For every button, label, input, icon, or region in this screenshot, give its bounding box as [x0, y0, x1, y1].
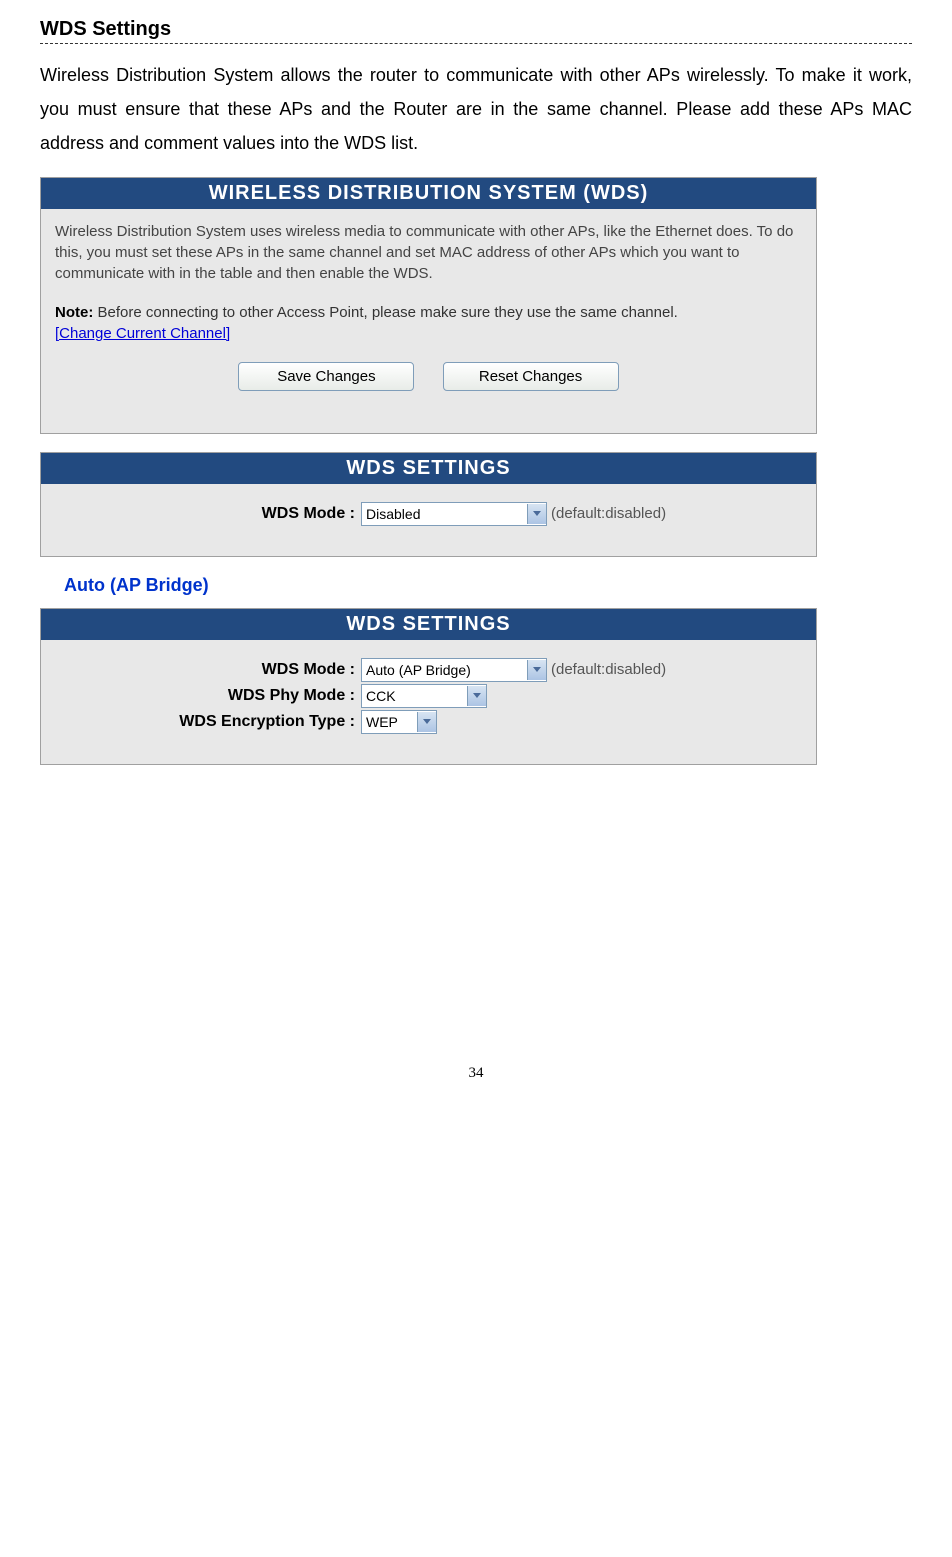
wds-mode-value: Auto (AP Bridge) [366, 662, 471, 678]
wds-phy-label: WDS Phy Mode : [55, 687, 361, 705]
panel-header: WIRELESS DISTRIBUTION SYSTEM (WDS) [41, 178, 816, 209]
auto-ap-bridge-subhead: Auto (AP Bridge) [64, 575, 912, 596]
wds-enc-value: WEP [366, 714, 398, 730]
button-row: Save Changes Reset Changes [55, 362, 802, 391]
wds-enc-label: WDS Encryption Type : [55, 713, 361, 731]
default-hint: (default:disabled) [551, 505, 666, 522]
page-number: 34 [40, 1065, 912, 1102]
save-button[interactable]: Save Changes [238, 362, 414, 391]
wds-mode-label: WDS Mode : [55, 661, 361, 679]
wds-phy-value: CCK [366, 688, 396, 704]
wds-mode-select[interactable]: Auto (AP Bridge) [361, 658, 547, 682]
chevron-down-icon [527, 504, 546, 524]
form-area: WDS Mode : Disabled (default:disabled) [41, 484, 816, 556]
wds-settings-panel-1: WDS SETTINGS WDS Mode : Disabled (defaul… [40, 452, 817, 557]
wds-mode-value: Disabled [366, 506, 420, 522]
panel-header: WDS SETTINGS [41, 453, 816, 484]
wds-mode-label: WDS Mode : [55, 505, 361, 523]
chevron-down-icon [417, 712, 436, 732]
wds-enc-select[interactable]: WEP [361, 710, 437, 734]
wds-intro-panel: WIRELESS DISTRIBUTION SYSTEM (WDS) Wirel… [40, 177, 817, 434]
form-area: WDS Mode : Auto (AP Bridge) (default:dis… [41, 640, 816, 764]
note-text: Before connecting to other Access Point,… [93, 304, 678, 321]
wds-settings-panel-2: WDS SETTINGS WDS Mode : Auto (AP Bridge)… [40, 608, 817, 765]
wds-mode-select[interactable]: Disabled [361, 502, 547, 526]
form-row-phy: WDS Phy Mode : CCK [55, 684, 802, 708]
form-row-mode: WDS Mode : Disabled (default:disabled) [55, 502, 802, 526]
intro-paragraph: Wireless Distribution System allows the … [40, 58, 912, 161]
panel-description: Wireless Distribution System uses wirele… [55, 221, 802, 284]
divider [40, 43, 912, 44]
form-row-enc: WDS Encryption Type : WEP [55, 710, 802, 734]
section-title: WDS Settings [40, 18, 912, 41]
chevron-down-icon [527, 660, 546, 680]
reset-button[interactable]: Reset Changes [443, 362, 619, 391]
change-channel-link[interactable]: [Change Current Channel] [55, 325, 230, 342]
form-row-mode: WDS Mode : Auto (AP Bridge) (default:dis… [55, 658, 802, 682]
default-hint: (default:disabled) [551, 661, 666, 678]
note-line: Note: Before connecting to other Access … [55, 302, 802, 323]
panel-body: Wireless Distribution System uses wirele… [41, 209, 816, 433]
panel-header: WDS SETTINGS [41, 609, 816, 640]
chevron-down-icon [467, 686, 486, 706]
note-label: Note: [55, 304, 93, 321]
wds-phy-select[interactable]: CCK [361, 684, 487, 708]
